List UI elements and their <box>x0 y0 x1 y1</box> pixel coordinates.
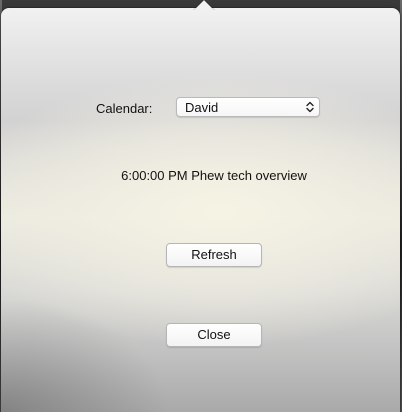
close-button[interactable]: Close <box>166 323 262 347</box>
calendar-row: Calendar: David <box>0 97 402 121</box>
screen: Calendar: David 6:00:00 PM Phew tech ove… <box>0 0 402 412</box>
refresh-button[interactable]: Refresh <box>166 243 262 267</box>
calendar-select[interactable]: David <box>176 97 320 117</box>
calendar-label: Calendar: <box>96 101 153 116</box>
calendar-popover <box>1 8 400 412</box>
event-text: 6:00:00 PM Phew tech overview <box>121 168 307 183</box>
up-down-chevron-icon <box>304 100 316 114</box>
calendar-select-value: David <box>185 100 219 115</box>
popover-arrow <box>192 0 216 10</box>
